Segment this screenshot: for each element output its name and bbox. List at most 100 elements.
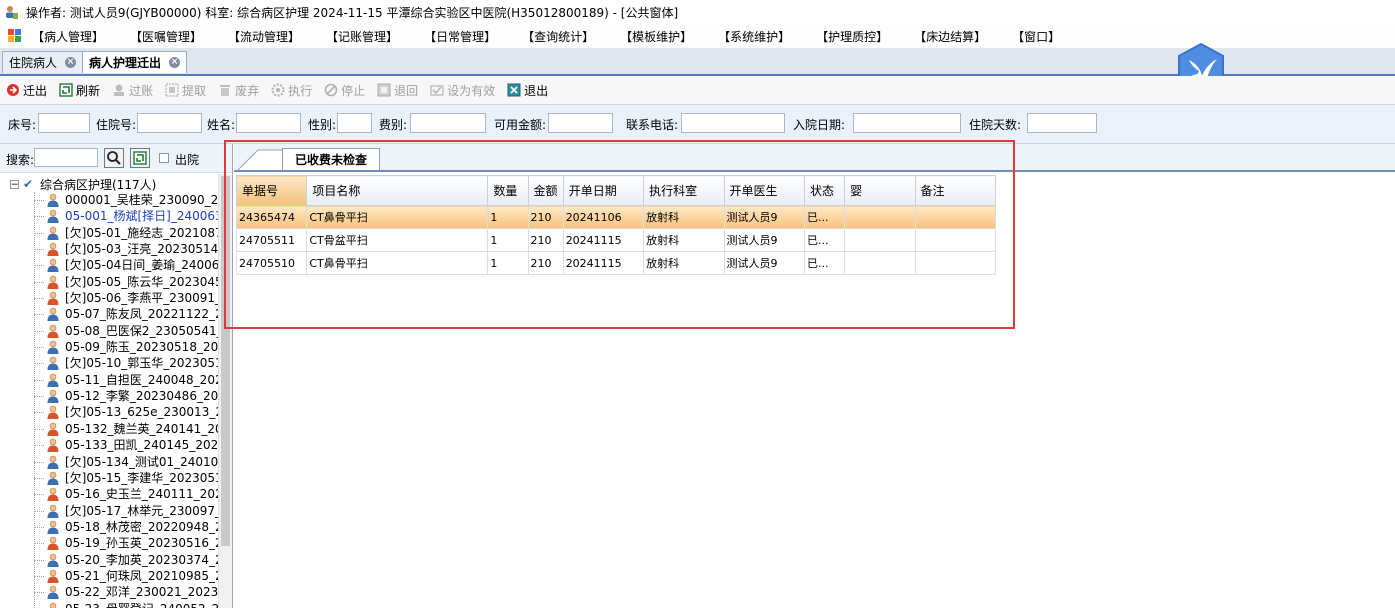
execute-label: 执行 bbox=[288, 83, 313, 98]
tree-node-patient[interactable]: [欠]05-10_郭玉华_20230517 bbox=[0, 355, 218, 371]
menu-bedside-settlement[interactable]: 【床边结算】 bbox=[914, 28, 986, 45]
tree-node-patient[interactable]: 05-23_母婴登记_240052_202 bbox=[0, 601, 218, 608]
tree-node-patient[interactable]: 05-08_巴医保2_23050541_20 bbox=[0, 323, 218, 339]
tree-node-patient[interactable]: 05-20_李加英_20230374_202 bbox=[0, 552, 218, 568]
male-patient-icon bbox=[46, 193, 60, 207]
gender-label: 性别: bbox=[308, 118, 337, 132]
tab-paid-not-examined[interactable]: 已收费未检查 bbox=[282, 148, 381, 170]
table-row[interactable]: 24365474 CT鼻骨平扫 1 210 20241106 放射科 测试人员9… bbox=[235, 205, 997, 229]
column-header-status[interactable]: 状态 bbox=[803, 175, 846, 206]
tree-root-label: 综合病区护理(117人) bbox=[40, 177, 157, 192]
column-header-ordering-doctor[interactable]: 开单医生 bbox=[723, 175, 805, 206]
tree-node-patient[interactable]: [欠]05-01_施经志_20210879 bbox=[0, 225, 218, 241]
column-header-executing-department[interactable]: 执行科室 bbox=[643, 175, 725, 206]
admission-number-field[interactable] bbox=[137, 113, 202, 133]
search-button[interactable] bbox=[104, 148, 124, 168]
column-header-order-date[interactable]: 开单日期 bbox=[562, 175, 645, 206]
column-header-infant[interactable]: 婴 bbox=[844, 175, 916, 206]
tree-refresh-button[interactable] bbox=[130, 148, 150, 168]
cell-infant bbox=[844, 205, 916, 229]
fee-type-field[interactable] bbox=[410, 113, 486, 133]
tree-node-patient[interactable]: [欠]05-06_李燕平_230091_2 bbox=[0, 290, 218, 306]
tree-node-patient[interactable]: 000001_吴桂荣_230090_2023 bbox=[0, 192, 218, 208]
tree-node-patient[interactable]: 05-132_魏兰英_240141_2024 bbox=[0, 421, 218, 437]
hospital-days-field[interactable] bbox=[1027, 113, 1097, 133]
tree-node-patient[interactable]: 05-09_陈玉_20230518_20230 bbox=[0, 339, 218, 355]
tree-node-patient[interactable]: [欠]05-04日间_姜瑜_240069 bbox=[0, 257, 218, 273]
exit-icon bbox=[507, 83, 521, 97]
refresh-button[interactable]: 刷新 bbox=[59, 82, 100, 99]
name-field[interactable] bbox=[236, 113, 301, 133]
tree-connector bbox=[34, 396, 44, 398]
table-row[interactable]: 24705510 CT鼻骨平扫 1 210 20241115 放射科 测试人员9… bbox=[235, 251, 997, 275]
tree-node-patient[interactable]: 05-16_史玉兰_240111_20240 bbox=[0, 486, 218, 502]
post-button[interactable]: 过账 bbox=[112, 82, 153, 99]
column-header-item-name[interactable]: 项目名称 bbox=[306, 175, 489, 206]
bed-number-field[interactable] bbox=[38, 113, 90, 133]
close-icon[interactable]: × bbox=[65, 57, 77, 68]
set-valid-button[interactable]: 设为有效 bbox=[430, 82, 495, 99]
discharged-checkbox[interactable] bbox=[159, 153, 169, 163]
tree-scrollbar[interactable] bbox=[218, 174, 232, 608]
admission-date-field[interactable] bbox=[853, 113, 961, 133]
tree-node-patient[interactable]: 05-133_田凯_240145_202411 bbox=[0, 437, 218, 453]
menu-daily-management[interactable]: 【日常管理】 bbox=[424, 28, 496, 45]
tab-patient-nursing-transfer[interactable]: 病人护理迁出 × bbox=[82, 51, 188, 73]
tree-node-patient[interactable]: 05-001_杨斌[择日]_240063_ bbox=[0, 208, 218, 224]
tree-node-patient[interactable]: [欠]05-134_测试01_240101_ bbox=[0, 454, 218, 470]
tree-node-patient[interactable]: [欠]05-13_625e_230013_202 bbox=[0, 404, 218, 420]
tab-inpatients[interactable]: 住院病人 × bbox=[2, 51, 84, 73]
column-header-remarks[interactable]: 备注 bbox=[914, 175, 997, 206]
return-button[interactable]: 退回 bbox=[377, 82, 418, 99]
tree-node-patient[interactable]: 05-18_林茂密_20220948_202 bbox=[0, 519, 218, 535]
column-header-quantity[interactable]: 数量 bbox=[487, 175, 529, 206]
menu-template-maintenance[interactable]: 【模板维护】 bbox=[620, 28, 692, 45]
bed-number-label: 床号: bbox=[8, 118, 37, 132]
tree-node-patient[interactable]: [欠]05-17_林举元_230097_2 bbox=[0, 503, 218, 519]
menu-window[interactable]: 【窗口】 bbox=[1012, 28, 1060, 45]
tree-node-patient[interactable]: 05-19_孙玉英_20230516_202 bbox=[0, 535, 218, 551]
move-out-button[interactable]: 迁出 bbox=[6, 82, 47, 99]
cell-ordering-doctor: 测试人员9 bbox=[723, 205, 805, 229]
column-header-document-number[interactable]: 单据号 bbox=[235, 175, 308, 206]
tree-node-patient[interactable]: 05-21_何珠凤_20210985_202 bbox=[0, 568, 218, 584]
tree-root[interactable]: − ✔ 综合病区护理(117人) bbox=[10, 176, 156, 192]
search-icon bbox=[105, 151, 123, 170]
menu-nursing-quality[interactable]: 【护理质控】 bbox=[816, 28, 888, 45]
tree-node-patient[interactable]: 05-22_邓洋_230021_2023062 bbox=[0, 584, 218, 600]
gender-field[interactable] bbox=[337, 113, 372, 133]
stop-label: 停止 bbox=[341, 83, 366, 98]
tree-node-patient[interactable]: 05-11_自担医_240048_20240 bbox=[0, 372, 218, 388]
menu-billing-management[interactable]: 【记账管理】 bbox=[326, 28, 398, 45]
menu-system-maintenance[interactable]: 【系统维护】 bbox=[718, 28, 790, 45]
close-icon[interactable]: × bbox=[169, 57, 181, 68]
execute-button[interactable]: 执行 bbox=[271, 82, 312, 99]
discard-button[interactable]: 废弃 bbox=[218, 82, 259, 99]
search-input[interactable] bbox=[34, 148, 98, 167]
extract-button[interactable]: 提取 bbox=[165, 82, 206, 99]
tree-node-patient[interactable]: [欠]05-15_李建华_20230515 bbox=[0, 470, 218, 486]
tree-node-patient[interactable]: [欠]05-05_陈云华_20230454 bbox=[0, 274, 218, 290]
phone-field[interactable] bbox=[681, 113, 785, 133]
tree-node-patient[interactable]: 05-12_李繁_20230486_20230 bbox=[0, 388, 218, 404]
column-header-amount[interactable]: 金额 bbox=[527, 175, 564, 206]
female-patient-icon bbox=[46, 602, 60, 608]
stop-button[interactable]: 停止 bbox=[324, 82, 365, 99]
exit-button[interactable]: 退出 bbox=[507, 82, 548, 99]
male-patient-icon bbox=[46, 340, 60, 355]
table-row[interactable]: 24705511 CT骨盆平扫 1 210 20241115 放射科 测试人员9… bbox=[235, 228, 997, 252]
set-valid-icon bbox=[430, 83, 444, 97]
menu-patient-management[interactable]: 【病人管理】 bbox=[32, 28, 104, 45]
menu-query-statistics[interactable]: 【查询统计】 bbox=[522, 28, 594, 45]
tree-connector bbox=[34, 330, 44, 332]
available-amount-field[interactable] bbox=[548, 113, 613, 133]
tree-node-patient[interactable]: [欠]05-03_汪亮_20230514_2 bbox=[0, 241, 218, 257]
tree-node-patient[interactable]: 05-07_陈友凤_20221122_202 bbox=[0, 306, 218, 322]
collapse-icon[interactable]: − bbox=[10, 179, 19, 189]
menu-flow-management[interactable]: 【流动管理】 bbox=[228, 28, 300, 45]
cell-infant bbox=[844, 228, 916, 252]
app-menu-icon[interactable] bbox=[8, 29, 22, 43]
scrollbar-thumb[interactable] bbox=[221, 176, 230, 546]
menu-order-management[interactable]: 【医嘱管理】 bbox=[130, 28, 202, 45]
tree-node-label: [欠]05-05_陈云华_20230454 bbox=[65, 274, 218, 289]
